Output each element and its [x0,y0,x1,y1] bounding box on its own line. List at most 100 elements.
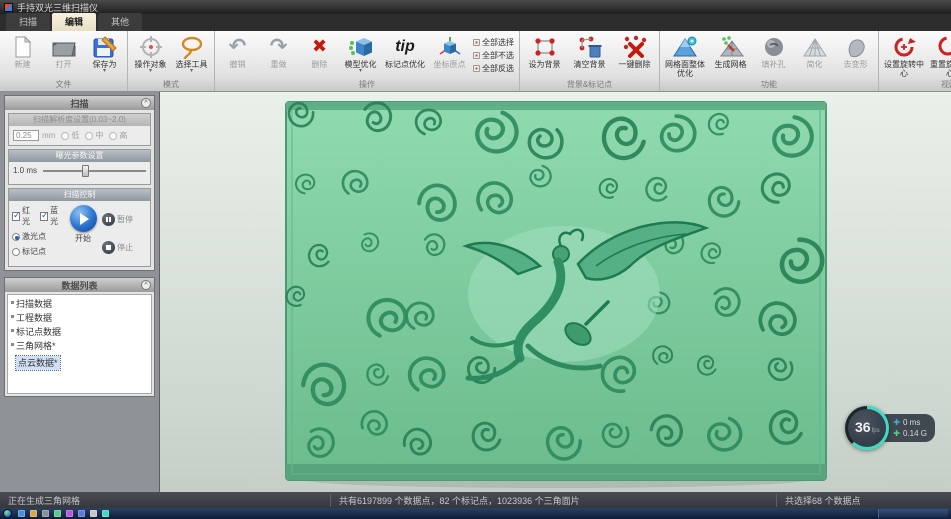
select-tool-button[interactable]: 选择工具 ▾ [171,32,212,79]
data-list-header: 数据列表 ^ [5,278,154,292]
axis-cube-icon [437,33,463,60]
blue-light-checkbox[interactable] [40,212,48,221]
red-light-checkbox[interactable] [12,212,20,221]
app-icon [4,3,13,12]
system-tray[interactable] [878,509,948,518]
deselect-all-button[interactable]: 全部不选 [473,50,514,61]
laser-point-radio[interactable] [12,233,20,241]
start-button[interactable] [3,509,12,518]
one-key-delete-button[interactable]: 一键删除 [612,32,657,79]
delete-button[interactable]: ✖ 删除 [299,32,340,79]
taskbar-icon[interactable] [90,510,97,517]
collapse-chevron-icon[interactable]: ^ [141,98,151,108]
exposure-slider[interactable] [43,170,146,172]
ribbon-group-background-markers: 设为背景 清空背景 一键删除 背景&标记点 [520,31,660,91]
denoise-button[interactable]: 去变形 [835,32,876,79]
marker-point-label: 标记点 [22,246,46,257]
reset-rotation-center-button[interactable]: R 重置旋转中心 [927,32,951,79]
fill-holes-button[interactable]: 填补孔 [753,32,794,79]
laser-point-label: 激光点 [22,231,46,242]
title-bar: 手持双光三维扫描仪 [0,0,951,14]
tab-scan[interactable]: 扫描 [6,13,50,31]
save-as-button[interactable]: 保存为 ▾ [84,32,125,79]
dropdown-arrow-icon: ▾ [149,69,152,73]
ribbon-group-label: 操作 [215,79,519,91]
taskbar-icon[interactable] [102,510,109,517]
list-item-point-cloud[interactable]: 点云数据* [16,356,60,370]
data-list-panel: 数据列表 ^ 扫描数据 工程数据 标记点数据 三角网格* 点云数据* [4,277,155,397]
resolution-unit: mm [42,131,55,140]
list-item-triangle-mesh[interactable]: 三角网格* [8,339,151,353]
scan-panel-title: 扫描 [70,97,88,110]
resolution-low-radio[interactable] [61,132,69,140]
left-sidebar: 扫描 ^ 扫描解析度设置(0.03~2.0) mm 低 中 高 [0,92,160,492]
ribbon-group-mode: 操作对象 ▾ 选择工具 ▾ 模式 [128,31,215,91]
tab-edit[interactable]: 编辑 [52,13,96,31]
performance-gauge: 36 fps ✚0 ms ✚0.14 G [845,406,935,450]
exposure-slider-handle[interactable] [82,165,89,177]
generate-mesh-button[interactable]: 生成网格 [708,32,753,79]
exposure-value: 1.0 ms [13,166,37,175]
open-file-button[interactable]: 打开 [43,32,84,79]
simplify-button[interactable]: 简化 [794,32,835,79]
blue-cube-icon [348,33,374,60]
taskbar-icon[interactable] [54,510,61,517]
coordinate-origin-button[interactable]: 坐标原点 [429,32,470,79]
smooth-shape-icon [843,33,869,60]
link-label: 全部选择 [482,37,514,48]
ribbon-group-label: 视图 [879,79,951,91]
select-all-button[interactable]: 全部选择 [473,37,514,48]
scan-control-box: 扫描控制 红光 蓝光 激光点 [8,188,151,267]
mesh-global-optimize-button[interactable]: 网格面整体优化 [662,32,708,79]
taskbar-icon[interactable] [42,510,49,517]
resolution-high-label: 高 [119,130,127,141]
list-item-project-data[interactable]: 工程数据 [8,311,151,325]
stop-scan-button[interactable]: 停止 [102,241,147,254]
resolution-input[interactable] [13,130,39,141]
clear-background-button[interactable]: 清空背景 [567,32,612,79]
pause-scan-button[interactable]: 暂停 [102,213,147,226]
ribbon-group-function: 网格面整体优化 生成网格 填补孔 [660,31,879,91]
memory-value: 0.14 G [903,428,927,439]
tab-other[interactable]: 其他 [98,13,142,31]
ribbon-group-view: 设置旋转中心 R 重置旋转中心 最佳视图 视图 [879,31,951,91]
taskbar-icon[interactable] [78,510,85,517]
marker-point-radio[interactable] [12,248,20,256]
ribbon-group-file: 新建 打开 保存为 ▾ 文件 [0,31,128,91]
data-list-title: 数据列表 [61,279,97,292]
marker-optimize-button[interactable]: tip 标记点优化 [381,32,429,79]
button-label: 重置旋转中心 [927,60,951,78]
invert-selection-button[interactable]: 全部反选 [473,63,514,74]
scan-panel-header: 扫描 ^ [5,96,154,110]
undo-button[interactable]: ↶ 撤销 [217,32,258,79]
resolution-settings-box: 扫描解析度设置(0.03~2.0) mm 低 中 高 [8,113,151,146]
resolution-mid-radio[interactable] [85,132,93,140]
collapse-chevron-icon[interactable]: ^ [141,280,151,290]
taskbar-icon[interactable] [18,510,25,517]
new-file-button[interactable]: 新建 [2,32,43,79]
ribbon-group-label: 背景&标记点 [520,79,659,91]
fps-value: 36 [855,420,871,434]
taskbar-icon[interactable] [66,510,73,517]
lasso-icon [179,33,205,60]
model-optimize-button[interactable]: 模型优化 ▾ [340,32,381,79]
taskbar-icon[interactable] [30,510,37,517]
button-label: 一键删除 [619,60,651,69]
window-title: 手持双光三维扫描仪 [17,1,98,14]
3d-viewport[interactable]: 36 fps ✚0 ms ✚0.14 G [160,92,951,492]
fps-ring: 36 fps [845,406,889,450]
set-background-button[interactable]: 设为背景 [522,32,567,79]
ribbon-toolbar: 新建 打开 保存为 ▾ 文件 [0,31,951,92]
operate-object-button[interactable]: 操作对象 ▾ [130,32,171,79]
delete-markers-icon [622,33,648,60]
redo-button[interactable]: ↷ 重做 [258,32,299,79]
list-item-scan-data[interactable]: 扫描数据 [8,297,151,311]
blue-light-label: 蓝光 [50,205,64,227]
list-item-marker-data[interactable]: 标记点数据 [8,325,151,339]
selection-links: 全部选择 全部不选 全部反选 [470,32,517,79]
start-scan-button[interactable] [70,205,97,232]
scanned-model[interactable] [278,96,834,493]
resolution-high-radio[interactable] [109,132,117,140]
set-rotation-center-button[interactable]: 设置旋转中心 [881,32,927,79]
pause-icon [102,213,115,226]
